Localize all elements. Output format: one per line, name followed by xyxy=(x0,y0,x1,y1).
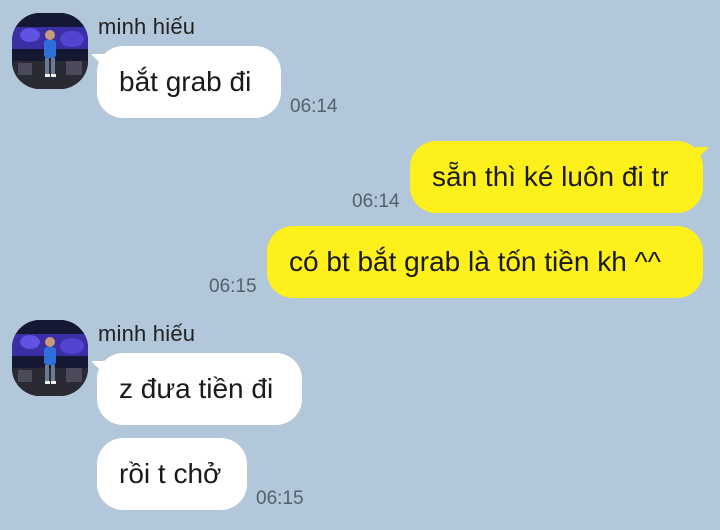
sender-name: minh hiếu xyxy=(98,321,196,346)
message-bubble-incoming[interactable]: z đưa tiền đi xyxy=(97,353,302,425)
message-timestamp: 06:15 xyxy=(256,488,304,509)
message-timestamp: 06:14 xyxy=(352,191,400,212)
message-bubble-outgoing[interactable]: có bt bắt grab là tốn tiền kh ^^ xyxy=(267,226,703,298)
user-avatar-icon xyxy=(12,13,88,89)
sender-avatar[interactable] xyxy=(12,13,88,89)
sender-name: minh hiếu xyxy=(98,14,196,39)
message-bubble-outgoing[interactable]: sẵn thì ké luôn đi tr xyxy=(410,141,703,213)
sender-avatar[interactable] xyxy=(12,320,88,396)
message-timestamp: 06:15 xyxy=(209,276,257,297)
user-avatar-icon xyxy=(12,320,88,396)
message-timestamp: 06:14 xyxy=(290,96,338,117)
message-bubble-incoming[interactable]: bắt grab đi xyxy=(97,46,281,118)
message-bubble-incoming[interactable]: rồi t chở xyxy=(97,438,247,510)
chat-message-list: minh hiếu bắt grab đi 06:14 sẵn thì ké l… xyxy=(0,0,720,530)
